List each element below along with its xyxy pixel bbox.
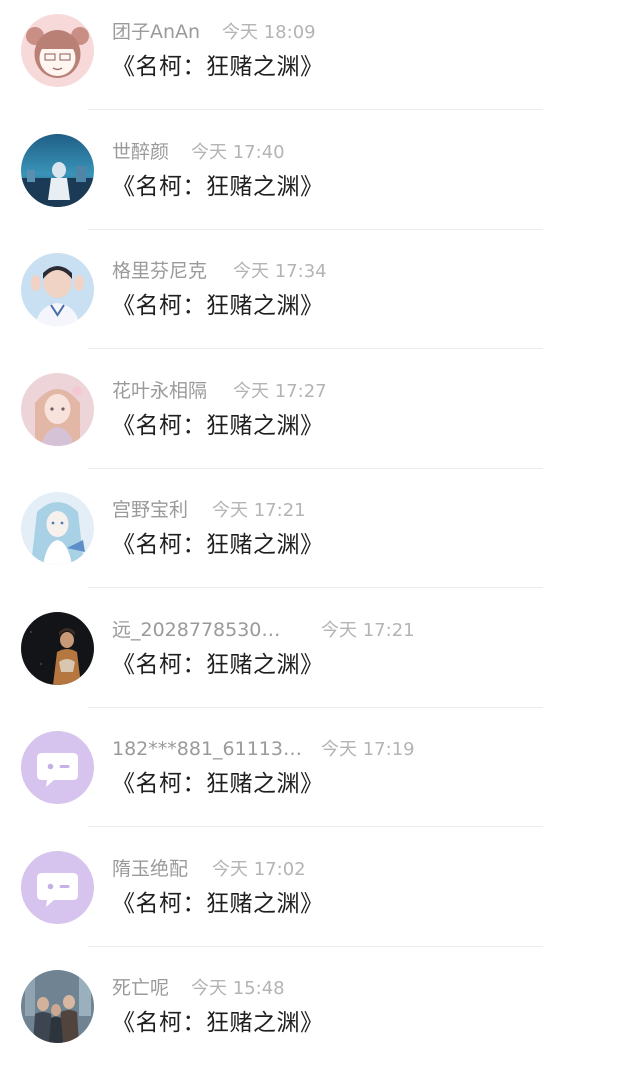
commenter-name[interactable]: 世醉颜 — [112, 140, 169, 164]
person-photo-avatar-icon[interactable] — [21, 253, 94, 326]
comment-text: 《名柯：狂赌之渊》 — [112, 54, 324, 80]
commenter-name[interactable]: 死亡呢 — [112, 976, 169, 1000]
comment-time: 今天 17:34 — [233, 261, 327, 282]
comment-item[interactable]: 远_2028778530… 今天 17:21 《名柯：狂赌之渊》 — [0, 598, 640, 718]
comment-text: 《名柯：狂赌之渊》 — [112, 890, 324, 917]
comment-item[interactable]: 隋玉绝配 今天 17:02 《名柯：狂赌之渊》 — [0, 837, 640, 957]
comment-time: 今天 17:19 — [321, 739, 415, 760]
divider — [88, 706, 543, 708]
comment-item[interactable]: 世醉颜 今天 17:40 《名柯：狂赌之渊》 — [0, 120, 640, 240]
anime-scene-avatar-icon[interactable] — [21, 133, 94, 207]
comment-time: 今天 17:21 — [212, 500, 306, 521]
comment-item[interactable]: 团子AnAn 今天 18:09 《名柯：狂赌之渊》 — [0, 0, 640, 120]
commenter-name[interactable]: 宫野宝利 — [112, 498, 188, 522]
comment-text: 《名柯：狂赌之渊》 — [112, 293, 324, 319]
commenter-name[interactable]: 格里芬尼克 — [112, 259, 207, 283]
comment-item[interactable]: 死亡呢 今天 15:48 《名柯：狂赌之渊》 — [0, 956, 640, 1076]
divider — [88, 945, 543, 947]
comment-time: 今天 17:21 — [321, 619, 415, 641]
divider — [88, 467, 543, 469]
commenter-name[interactable]: 隋玉绝配 — [112, 857, 188, 881]
divider — [88, 826, 543, 827]
comment-item[interactable]: 格里芬尼克 今天 17:34 《名柯：狂赌之渊》 — [0, 239, 640, 359]
commenter-name[interactable]: 182***881_61113… — [112, 737, 302, 761]
comment-text: 《名柯：狂赌之渊》 — [112, 532, 324, 558]
commenter-name[interactable]: 团子AnAn — [112, 20, 200, 44]
dark-photo-avatar-icon[interactable] — [21, 611, 94, 685]
comment-time: 今天 18:09 — [222, 22, 316, 43]
comment-item[interactable]: 宫野宝利 今天 17:21 《名柯：狂赌之渊》 — [0, 478, 640, 598]
comment-item[interactable]: 花叶永相隔 今天 17:27 《名柯：狂赌之渊》 — [0, 359, 640, 479]
divider — [88, 109, 543, 110]
comment-text: 《名柯：狂赌之渊》 — [112, 412, 324, 439]
commenter-name[interactable]: 花叶永相隔 — [112, 379, 207, 403]
comment-time: 今天 17:40 — [191, 141, 285, 163]
blue-anime-avatar-icon[interactable] — [21, 492, 94, 565]
comment-time: 今天 17:02 — [212, 858, 306, 880]
divider — [88, 348, 543, 349]
comment-text: 《名柯：狂赌之渊》 — [112, 173, 324, 200]
comment-text: 《名柯：狂赌之渊》 — [112, 771, 324, 797]
anime-girl-avatar-icon[interactable] — [21, 372, 94, 446]
default-chat-avatar-icon[interactable] — [21, 850, 94, 924]
divider — [88, 587, 543, 588]
commenter-name[interactable]: 远_2028778530… — [112, 618, 280, 642]
cartoon-girl-avatar-icon[interactable] — [21, 14, 94, 87]
default-chat-avatar-icon[interactable] — [21, 731, 94, 804]
comment-time: 今天 15:48 — [191, 978, 285, 999]
comment-text: 《名柯：狂赌之渊》 — [112, 1010, 324, 1036]
comment-item[interactable]: 182***881_61113… 今天 17:19 《名柯：狂赌之渊》 — [0, 717, 640, 837]
comment-time: 今天 17:27 — [233, 380, 327, 402]
comment-text: 《名柯：狂赌之渊》 — [112, 651, 324, 678]
group-photo-avatar-icon[interactable] — [21, 970, 94, 1043]
divider — [88, 228, 543, 230]
